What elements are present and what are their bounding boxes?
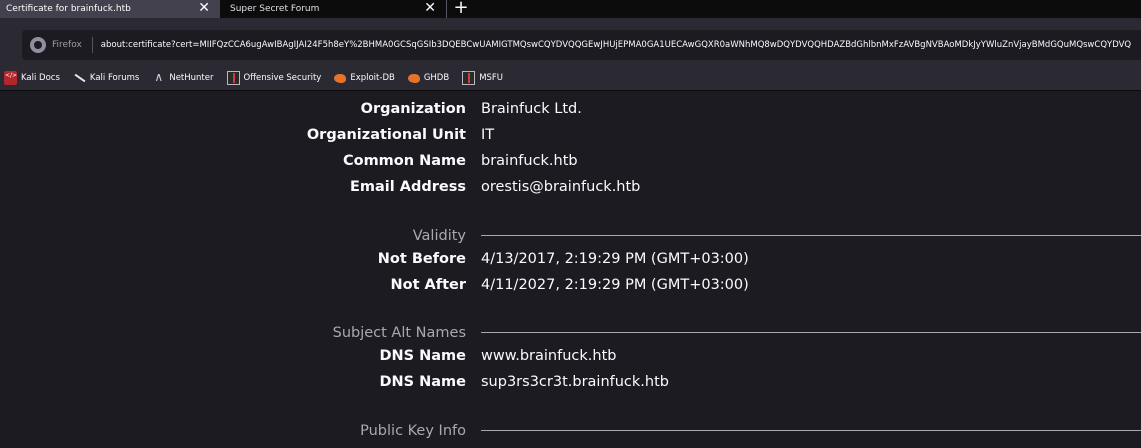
msfu-icon [462,71,476,85]
bookmark-msfu[interactable]: MSFU [462,71,503,85]
bookmark-label: GHDB [423,73,450,83]
field-row: Common Name brainfuck.htb [0,151,1141,171]
tab-super-secret-forum[interactable]: Super Secret Forum ✕ [220,0,446,18]
field-label: Email Address [349,179,466,195]
identity-label: Firefox [52,40,82,50]
tab-title: Certificate for brainfuck.htb [6,4,131,14]
bookmark-kali-forums[interactable]: Kali Forums [73,71,139,85]
tab-title: Super Secret Forum [230,4,320,14]
field-value: orestis@brainfuck.htb [481,179,641,195]
url-text[interactable]: about:certificate?cert=MIIFQzCCA6ugAwIBA… [101,40,1131,50]
field-value: brainfuck.htb [481,153,578,169]
bookmark-ghdb[interactable]: GHDB [407,73,450,83]
field-value: IT [481,127,495,143]
field-label: Not Before [377,251,466,267]
field-row: Not After 4/11/2027, 2:19:29 PM (GMT+03:… [0,275,1141,295]
offsec-icon [226,71,240,85]
field-label: Organization [360,101,466,117]
bookmark-label: MSFU [479,73,504,83]
bookmark-label: Offensive Security [243,73,322,83]
field-value: 4/11/2027, 2:19:29 PM (GMT+03:00) [481,277,749,293]
field-label: DNS Name [379,374,466,390]
bookmark-label: NetHunter [169,73,214,83]
bookmark-label: Kali Docs [21,73,60,83]
url-bar[interactable]: Firefox about:certificate?cert=MIIFQzCCA… [22,30,1141,60]
field-label: DNS Name [379,348,466,364]
section-title-validity: Validity [412,228,466,244]
field-value: sup3rs3cr3t.brainfuck.htb [481,374,669,390]
url-divider [91,37,93,53]
kali-dragon-icon [73,71,86,85]
exploit-db-icon [334,73,347,83]
field-row: DNS Name www.brainfuck.htb [0,346,1141,366]
field-label: Common Name [342,153,466,169]
field-label: Not After [390,277,466,293]
bookmark-offensive-security[interactable]: Offensive Security [226,71,322,85]
navigation-toolbar: Firefox about:certificate?cert=MIIFQzCCA… [0,18,1141,66]
field-value: 4/13/2017, 2:19:29 PM (GMT+03:00) [481,251,749,267]
tab-bar: Certificate for brainfuck.htb ✕ Super Se… [0,0,1141,18]
field-row: Not Before 4/13/2017, 2:19:29 PM (GMT+03… [0,249,1141,269]
bookmark-nethunter[interactable]: NetHunter [152,70,214,85]
nethunter-icon [152,70,165,85]
new-tab-button[interactable]: + [447,0,475,18]
field-label: Organizational Unit [306,127,466,143]
section-title-public-key-info: Public Key Info [360,423,466,439]
field-row: Organizational Unit IT [0,125,1141,145]
section-title-subject-alt-names: Subject Alt Names [332,325,466,341]
ghdb-icon [407,73,420,83]
section-divider [481,235,1141,236]
section-divider [481,430,1141,431]
field-row: DNS Name sup3rs3cr3t.brainfuck.htb [0,372,1141,392]
tab-certificate[interactable]: Certificate for brainfuck.htb ✕ [0,0,220,18]
field-row: Email Address orestis@brainfuck.htb [0,177,1141,197]
field-row: Organization Brainfuck Ltd. [0,99,1141,119]
bookmarks-toolbar: Kali Docs Kali Forums NetHunter Offensiv… [0,66,1141,91]
field-value: Brainfuck Ltd. [481,101,582,117]
bookmark-label: Kali Forums [89,73,140,83]
field-value: www.brainfuck.htb [481,348,617,364]
bookmark-label: Exploit-DB [350,73,395,83]
bookmark-kali-docs[interactable]: Kali Docs [4,71,60,85]
bookmark-exploit-db[interactable]: Exploit-DB [334,73,395,83]
firefox-icon [30,37,46,53]
section-divider [481,332,1141,333]
close-icon[interactable]: ✕ [198,0,210,17]
certificate-viewer: Organization Brainfuck Ltd. Organization… [0,92,1141,448]
close-icon[interactable]: ✕ [424,0,436,17]
kali-docs-icon [4,71,17,85]
